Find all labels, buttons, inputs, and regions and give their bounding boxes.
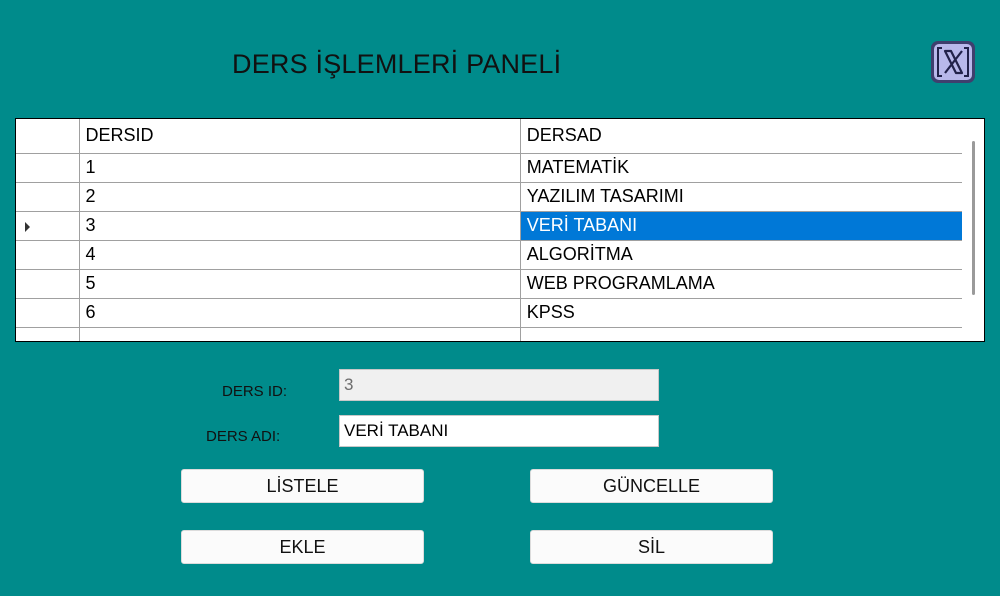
table-row[interactable]: 2 YAZILIM TASARIMI [16,182,964,212]
column-header-dersad[interactable]: DERSAD [520,119,964,154]
cell-dersid[interactable]: 2 [79,182,521,212]
close-x-icon [931,41,975,83]
cell-dersad[interactable]: MATEMATİK [520,153,964,183]
row-header[interactable] [16,269,80,299]
cell-dersid[interactable]: 4 [79,240,521,270]
table-row-selected[interactable]: 3 VERİ TABANI [16,211,964,241]
table-row[interactable]: 5 WEB PROGRAMLAMA [16,269,964,299]
cell-dersad[interactable]: YAZILIM TASARIMI [520,182,964,212]
row-header[interactable] [16,327,80,341]
row-header-corner[interactable] [16,119,80,154]
cell-dersad[interactable]: WEB PROGRAMLAMA [520,269,964,299]
cell-dersid[interactable]: 1 [79,153,521,183]
cell-dersad[interactable]: KPSS [520,298,964,328]
ders-id-label: DERS ID: [222,383,288,400]
ders-adi-label: DERS ADI: [206,428,281,445]
courses-grid[interactable]: DERSID DERSAD 1 MATEMATİK 2 YAZILIM TASA… [15,118,985,342]
list-button[interactable]: LİSTELE [181,469,424,503]
ders-id-field[interactable] [339,369,659,401]
row-header[interactable] [16,182,80,212]
row-header[interactable] [16,153,80,183]
page-title: DERS İŞLEMLERİ PANELİ [232,49,562,79]
cell-dersid[interactable]: 5 [79,269,521,299]
table-row-partial[interactable] [16,327,964,341]
column-header-dersid[interactable]: DERSID [79,119,521,154]
cell-dersad[interactable]: ALGORİTMA [520,240,964,270]
delete-button[interactable]: SİL [530,530,773,564]
current-row-pointer-icon [25,221,30,232]
cell-dersid[interactable]: 6 [79,298,521,328]
vertical-scrollbar[interactable] [962,119,984,341]
close-button[interactable] [929,39,977,85]
add-button[interactable]: EKLE [181,530,424,564]
row-header[interactable] [16,240,80,270]
cell-dersad[interactable] [520,327,964,341]
courses-table: DERSID DERSAD 1 MATEMATİK 2 YAZILIM TASA… [16,119,964,341]
cell-dersad[interactable]: VERİ TABANI [520,211,964,241]
cell-dersid[interactable] [79,327,521,341]
table-row[interactable]: 6 KPSS [16,298,964,328]
cell-dersid[interactable]: 3 [79,211,521,241]
update-button[interactable]: GÜNCELLE [530,469,773,503]
scrollbar-thumb[interactable] [972,141,975,295]
ders-adi-field[interactable] [339,415,659,447]
table-row[interactable]: 4 ALGORİTMA [16,240,964,270]
row-header[interactable] [16,211,80,241]
grid-header-row: DERSID DERSAD [16,119,964,154]
row-header[interactable] [16,298,80,328]
table-row[interactable]: 1 MATEMATİK [16,153,964,183]
